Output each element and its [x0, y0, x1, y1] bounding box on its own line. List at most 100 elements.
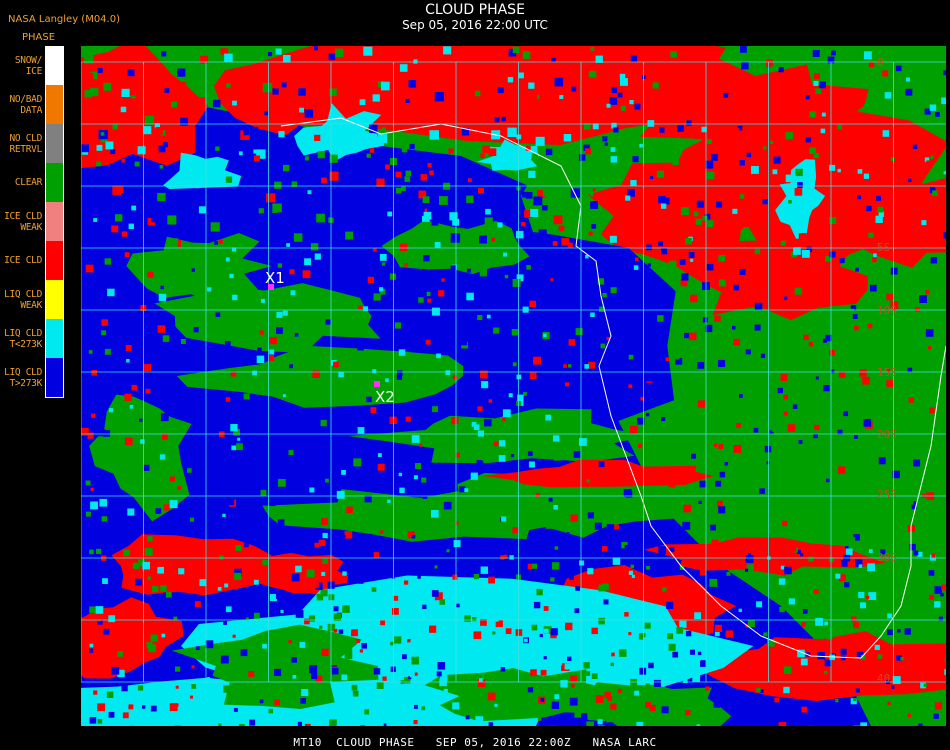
phase-pixel [566, 532, 570, 536]
phase-pixel [552, 241, 558, 246]
phase-pixel [297, 598, 302, 603]
phase-pixel [772, 169, 778, 175]
phase-pixel [693, 211, 699, 217]
phase-pixel [801, 706, 808, 713]
phase-pixel [520, 448, 525, 453]
phase-pixel [488, 722, 494, 726]
phase-pixel [754, 248, 761, 255]
phase-pixel [475, 716, 484, 724]
phase-pixel [837, 168, 841, 173]
phase-pixel [342, 605, 350, 613]
phase-pixel [419, 443, 423, 447]
phase-pixel [690, 294, 698, 303]
phase-pixel [801, 622, 806, 627]
phase-pixel [913, 550, 919, 556]
phase-pixel [628, 570, 633, 575]
phase-pixel [777, 387, 783, 394]
phase-pixel [333, 628, 338, 633]
phase-pixel [97, 156, 102, 160]
phase-pixel [439, 599, 445, 605]
phase-pixel [794, 287, 802, 295]
phase-pixel [223, 685, 231, 693]
phase-pixel [329, 291, 336, 298]
phase-pixel [849, 308, 855, 314]
phase-pixel [587, 512, 594, 519]
phase-pixel [300, 698, 306, 704]
phase-pixel [88, 199, 96, 208]
phase-pixel [610, 662, 614, 667]
phase-pixel [662, 587, 667, 592]
phase-pixel [709, 578, 718, 587]
phase-pixel [346, 646, 353, 652]
phase-pixel [193, 327, 199, 333]
phase-pixel [404, 176, 411, 182]
phase-pixel [853, 622, 860, 629]
phase-pixel [360, 725, 365, 726]
phase-pixel [218, 239, 223, 244]
phase-pixel [824, 659, 832, 667]
phase-pixel [913, 608, 920, 615]
phase-pixel [866, 205, 872, 212]
phase-pixel [433, 370, 438, 376]
phase-pixel [358, 578, 364, 584]
phase-pixel [429, 170, 434, 175]
phase-pixel [259, 460, 263, 464]
phase-pixel [859, 369, 867, 377]
phase-pixel [864, 78, 868, 83]
phase-pixel [567, 656, 572, 661]
phase-pixel [159, 388, 168, 397]
phase-pixel [268, 708, 273, 714]
phase-pixel [434, 565, 438, 569]
phase-pixel [277, 519, 285, 527]
phase-pixel [940, 592, 944, 597]
phase-pixel [583, 620, 591, 629]
phase-pixel [797, 182, 803, 188]
phase-pixel [867, 323, 873, 329]
phase-pixel [620, 105, 626, 111]
phase-pixel [646, 608, 654, 617]
phase-pixel [304, 596, 310, 602]
phase-pixel [387, 211, 393, 217]
phase-pixel [668, 480, 676, 488]
legend-item: ICE CLD [0, 241, 66, 280]
phase-pixel [145, 388, 151, 394]
phase-pixel [507, 77, 514, 83]
phase-pixel [764, 445, 772, 453]
phase-pixel [439, 196, 448, 205]
phase-pixel [912, 144, 918, 149]
phase-pixel [317, 151, 325, 159]
phase-pixel [613, 127, 619, 133]
phase-pixel [868, 232, 874, 238]
phase-pixel [308, 615, 316, 622]
phase-pixel [552, 562, 560, 570]
phase-pixel [379, 287, 384, 292]
phase-pixel [212, 99, 221, 108]
phase-pixel [357, 169, 364, 176]
phase-pixel [253, 612, 260, 619]
phase-pixel [639, 143, 643, 148]
phase-pixel [590, 47, 595, 51]
phase-pixel [943, 232, 946, 239]
phase-pixel [338, 171, 348, 181]
phase-pixel [354, 668, 361, 674]
phase-pixel [414, 704, 418, 709]
phase-pixel [103, 628, 110, 635]
phase-pixel [578, 698, 582, 703]
phase-pixel [858, 564, 863, 568]
phase-pixel [83, 105, 91, 113]
phase-pixel [570, 188, 581, 198]
phase-pixel [467, 148, 474, 156]
phase-pixel [588, 361, 595, 369]
phase-pixel [91, 413, 96, 418]
phase-pixel [754, 324, 761, 331]
phase-pixel [823, 385, 830, 392]
phase-pixel [418, 297, 424, 303]
phase-pixel [718, 359, 726, 367]
phase-pixel [783, 686, 790, 694]
phase-pixel [491, 237, 496, 242]
phase-pixel [648, 662, 654, 669]
phase-pixel [624, 612, 629, 617]
phase-pixel [297, 721, 302, 726]
phase-pixel [494, 703, 498, 707]
phase-pixel [409, 212, 417, 220]
